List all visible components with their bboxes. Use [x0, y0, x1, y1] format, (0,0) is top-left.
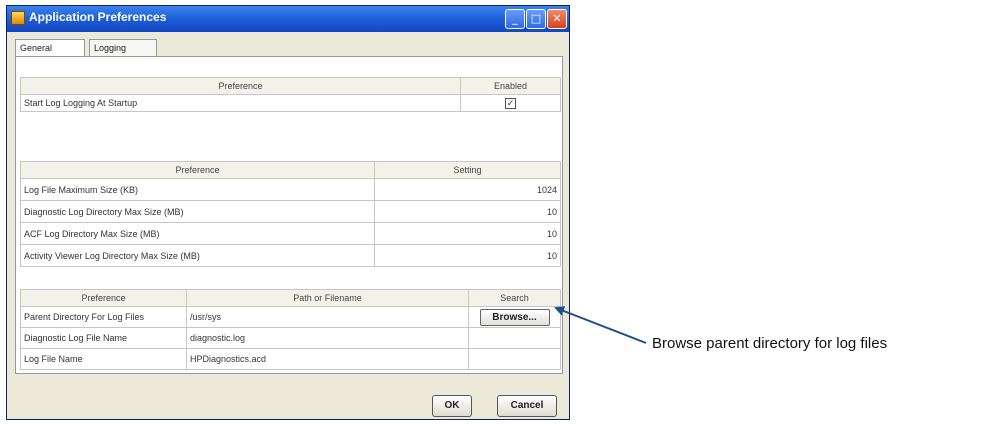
startup-table: Preference Enabled Start Log Logging At …	[20, 77, 561, 112]
table-row[interactable]: Log File Name HPDiagnostics.acd	[20, 348, 561, 370]
setting-value[interactable]: 10	[374, 200, 561, 223]
preference-label: Parent Directory For Log Files	[20, 306, 187, 328]
paths-table: Preference Path or Filename Search Paren…	[20, 289, 561, 370]
preference-label: ACF Log Directory Max Size (MB)	[20, 222, 375, 245]
tab-general[interactable]: General	[15, 39, 85, 57]
enabled-checkbox[interactable]: ✓	[505, 97, 516, 109]
enabled-cell[interactable]: ✓	[460, 94, 561, 112]
column-header-preference[interactable]: Preference	[20, 161, 375, 179]
table-row[interactable]: Activity Viewer Log Directory Max Size (…	[20, 244, 561, 267]
table-row[interactable]: ACF Log Directory Max Size (MB) 10	[20, 222, 561, 245]
column-header-search[interactable]: Search	[468, 289, 561, 307]
preference-label: Log File Name	[20, 348, 187, 370]
column-header-preference[interactable]: Preference	[20, 289, 187, 307]
setting-value[interactable]: 1024	[374, 178, 561, 201]
table-row[interactable]: Parent Directory For Log Files /usr/sys …	[20, 306, 561, 328]
column-header-path[interactable]: Path or Filename	[186, 289, 469, 307]
cancel-button[interactable]: Cancel	[497, 395, 557, 417]
minimize-icon[interactable]: _	[505, 9, 525, 29]
table-row[interactable]: Diagnostic Log Directory Max Size (MB) 1…	[20, 200, 561, 223]
preference-label: Start Log Logging At Startup	[20, 94, 461, 112]
column-header-preference[interactable]: Preference	[20, 77, 461, 95]
callout-text: Browse parent directory for log files	[652, 335, 888, 352]
setting-value[interactable]: 10	[374, 222, 561, 245]
general-panel: Preference Enabled Start Log Logging At …	[15, 56, 563, 374]
browse-button[interactable]: Browse...	[479, 308, 550, 326]
table-row[interactable]: Diagnostic Log File Name diagnostic.log	[20, 327, 561, 349]
search-cell	[468, 348, 561, 370]
path-value[interactable]: /usr/sys	[186, 306, 469, 328]
tab-logging[interactable]: Logging	[89, 39, 157, 57]
app-icon	[11, 11, 25, 25]
preference-label: Diagnostic Log Directory Max Size (MB)	[20, 200, 375, 223]
settings-table: Preference Setting Log File Maximum Size…	[20, 161, 561, 267]
preference-label: Log File Maximum Size (KB)	[20, 178, 375, 201]
setting-value[interactable]: 10	[374, 244, 561, 267]
preferences-window: Application Preferences _ □ ✕ General Lo…	[6, 5, 570, 420]
title-bar[interactable]: Application Preferences _ □ ✕	[7, 6, 569, 32]
ok-button[interactable]: OK	[432, 395, 472, 417]
close-icon[interactable]: ✕	[547, 9, 567, 29]
preference-label: Diagnostic Log File Name	[20, 327, 187, 349]
search-cell	[468, 327, 561, 349]
window-title: Application Preferences	[29, 10, 167, 24]
column-header-enabled[interactable]: Enabled	[460, 77, 561, 95]
preference-label: Activity Viewer Log Directory Max Size (…	[20, 244, 375, 267]
table-row[interactable]: Start Log Logging At Startup ✓	[20, 94, 561, 112]
column-header-setting[interactable]: Setting	[374, 161, 561, 179]
path-value[interactable]: diagnostic.log	[186, 327, 469, 349]
search-cell: Browse...	[468, 306, 561, 328]
table-row[interactable]: Log File Maximum Size (KB) 1024	[20, 178, 561, 201]
maximize-icon[interactable]: □	[526, 9, 546, 29]
path-value[interactable]: HPDiagnostics.acd	[186, 348, 469, 370]
